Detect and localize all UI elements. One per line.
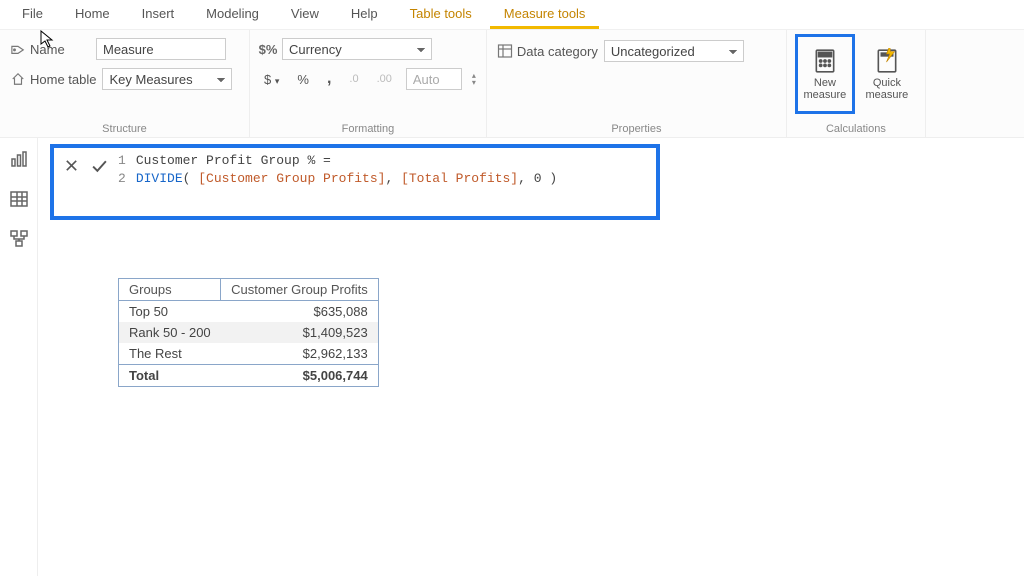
- total-value: $5,006,744: [221, 365, 379, 387]
- tab-table-tools[interactable]: Table tools: [396, 0, 486, 29]
- tab-home[interactable]: Home: [61, 0, 124, 29]
- decimals-input[interactable]: [406, 68, 462, 90]
- tab-modeling[interactable]: Modeling: [192, 0, 273, 29]
- cell-value: $2,962,133: [221, 343, 379, 365]
- group-calculations: New measure Quick measure Calculations: [787, 30, 926, 137]
- new-measure-button[interactable]: New measure: [797, 36, 853, 112]
- data-category-select[interactable]: Uncategorized: [604, 40, 744, 62]
- datacat-label: Data category: [497, 43, 598, 59]
- tab-help[interactable]: Help: [337, 0, 392, 29]
- measure-name-input[interactable]: [96, 38, 226, 60]
- table-total-row: Total $5,006,744: [119, 365, 379, 387]
- currency-button[interactable]: $ ▾: [260, 70, 283, 89]
- formula-bar: 1Customer Profit Group % = 2DIVIDE( [Cus…: [50, 144, 660, 220]
- percent-button[interactable]: %: [293, 70, 313, 89]
- cell-group: The Rest: [119, 343, 221, 365]
- report-canvas[interactable]: 1Customer Profit Group % = 2DIVIDE( [Cus…: [38, 138, 1024, 576]
- formula-commit-button[interactable]: [88, 154, 110, 176]
- new-measure-label: New measure: [797, 77, 853, 101]
- model-view-button[interactable]: [6, 226, 32, 252]
- thousands-button[interactable]: ,: [323, 68, 335, 90]
- decrease-decimals-button[interactable]: .0: [345, 71, 362, 87]
- group-structure-label: Structure: [10, 119, 239, 135]
- group-formatting: $% Currency $ ▾ % , .0 .00 ▴▾ Formatting: [250, 30, 487, 137]
- ribbon: Name Home table Key Measures Structure: [0, 30, 1024, 138]
- col-profits[interactable]: Customer Group Profits: [221, 279, 379, 301]
- hometable-label: Home table: [10, 71, 96, 87]
- cell-group: Rank 50 - 200: [119, 322, 221, 343]
- format-icon: $%: [260, 41, 276, 57]
- quick-measure-label: Quick measure: [859, 77, 915, 101]
- home-icon: [10, 71, 26, 87]
- table-row[interactable]: Rank 50 - 200 $1,409,523: [119, 322, 379, 343]
- menu-tabs: File Home Insert Modeling View Help Tabl…: [0, 0, 1024, 30]
- view-rail: [0, 138, 38, 576]
- formula-editor[interactable]: 1Customer Profit Group % = 2DIVIDE( [Cus…: [118, 152, 557, 188]
- quick-calculator-icon: [873, 47, 901, 75]
- formula-cancel-button[interactable]: [60, 154, 82, 176]
- cursor-icon: [40, 30, 56, 51]
- col-groups[interactable]: Groups: [119, 279, 221, 301]
- category-icon: [497, 43, 513, 59]
- tab-insert[interactable]: Insert: [128, 0, 189, 29]
- group-properties: Data category Uncategorized Properties: [487, 30, 787, 137]
- data-view-button[interactable]: [6, 186, 32, 212]
- datacat-label-text: Data category: [517, 44, 598, 59]
- tab-measure-tools[interactable]: Measure tools: [490, 0, 600, 29]
- workspace: 1Customer Profit Group % = 2DIVIDE( [Cus…: [0, 138, 1024, 576]
- home-table-select[interactable]: Key Measures: [102, 68, 232, 90]
- group-properties-label: Properties: [497, 119, 776, 135]
- table-row[interactable]: The Rest $2,962,133: [119, 343, 379, 365]
- total-label: Total: [119, 365, 221, 387]
- group-formatting-label: Formatting: [260, 119, 476, 135]
- cell-group: Top 50: [119, 301, 221, 323]
- visual-table[interactable]: Groups Customer Group Profits Top 50 $63…: [118, 278, 379, 387]
- decimals-stepper[interactable]: ▴▾: [472, 72, 476, 86]
- hometable-label-text: Home table: [30, 72, 96, 87]
- format-select[interactable]: Currency: [282, 38, 432, 60]
- cell-value: $1,409,523: [221, 322, 379, 343]
- tab-file[interactable]: File: [8, 0, 57, 29]
- cell-value: $635,088: [221, 301, 379, 323]
- increase-decimals-button[interactable]: .00: [373, 71, 396, 87]
- report-view-button[interactable]: [6, 146, 32, 172]
- tag-icon: [10, 41, 26, 57]
- group-calculations-label: Calculations: [797, 119, 915, 135]
- group-structure: Name Home table Key Measures Structure: [0, 30, 250, 137]
- table-row[interactable]: Top 50 $635,088: [119, 301, 379, 323]
- calculator-icon: [811, 47, 839, 75]
- quick-measure-button[interactable]: Quick measure: [859, 36, 915, 112]
- tab-view[interactable]: View: [277, 0, 333, 29]
